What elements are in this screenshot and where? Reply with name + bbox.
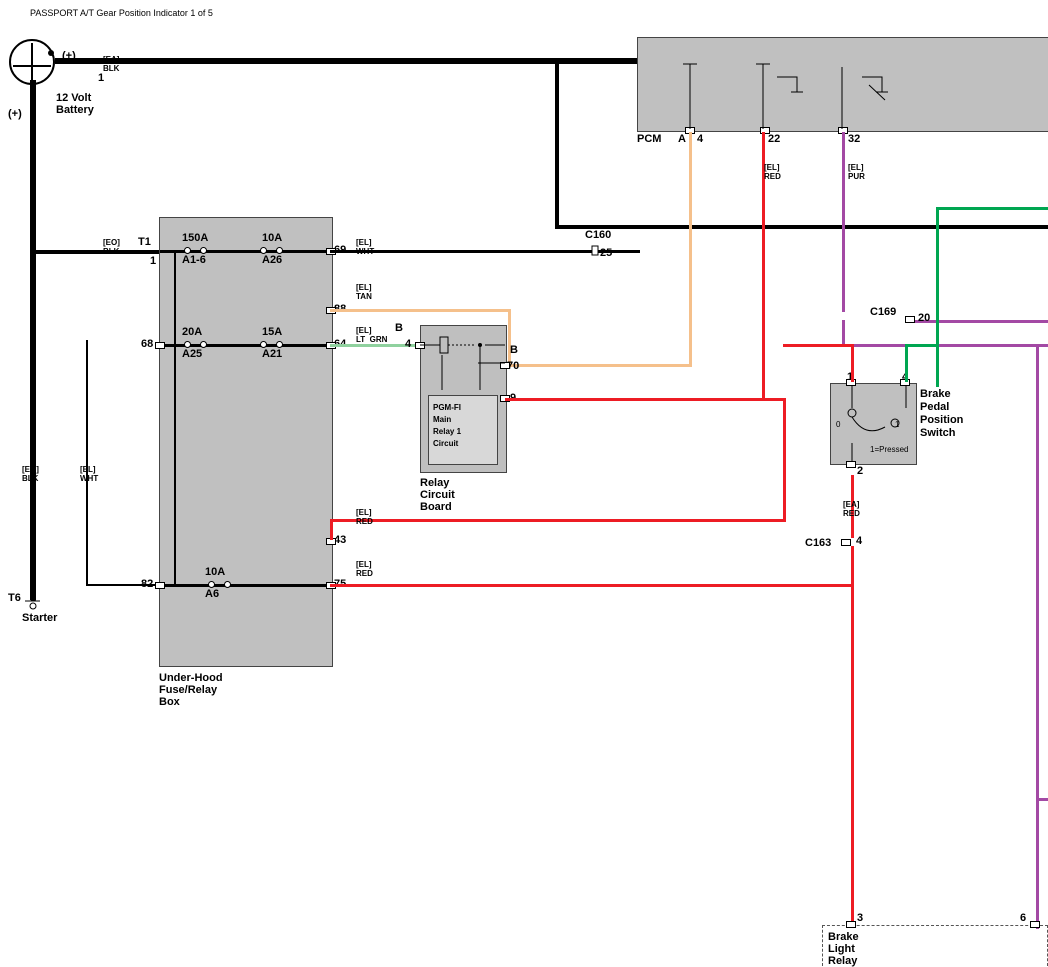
relay-pin-4: 4 xyxy=(405,338,411,350)
pcm-pin-A: A xyxy=(678,133,686,145)
wire-el-red-pcm: [EL] RED xyxy=(764,163,781,181)
wire-blk-vert xyxy=(30,80,36,600)
starter-label: Starter xyxy=(22,612,57,624)
pin-25: 25 xyxy=(600,247,612,259)
pin-82: 82 xyxy=(141,578,153,590)
wire-el-wht-side: [EL] WHT xyxy=(80,465,98,483)
battery-icon xyxy=(8,38,56,86)
wire-ea-red: [EA] RED xyxy=(843,500,860,518)
brake-switch-icon xyxy=(830,383,915,463)
wire-eo-blk-2: [EO] BLK xyxy=(103,238,120,256)
brake-switch-label: Brake Pedal Position Switch xyxy=(920,388,963,440)
fuse-150a: 150A xyxy=(182,232,208,244)
underhood-label: Under-Hood Fuse/Relay Box xyxy=(159,672,223,708)
fuse-10a: 10A xyxy=(262,232,282,244)
fuse-a6: A6 xyxy=(205,588,219,600)
page-title: PASSPORT A/T Gear Position Indicator 1 o… xyxy=(30,8,213,18)
wire-grn-vert xyxy=(936,207,939,387)
pcm-pin-4: 4 xyxy=(697,133,703,145)
pin-1-fb: 1 xyxy=(150,255,156,267)
pin-68: 68 xyxy=(141,338,153,350)
wiring-diagram-canvas: PASSPORT A/T Gear Position Indicator 1 o… xyxy=(0,0,1048,965)
underhood-fusebox xyxy=(159,217,333,667)
wire-wht-thin xyxy=(86,340,88,585)
wire-red-75 xyxy=(330,584,854,587)
relay-inner-label: PGM-FI Main Relay 1 Circuit xyxy=(433,402,461,450)
pcm-internals xyxy=(637,37,1047,130)
wire-blk-to-fusebox xyxy=(30,250,160,254)
brake-relay-pin3: 3 xyxy=(857,912,863,924)
fuse-a16: A1-6 xyxy=(182,254,206,266)
relay-board-label: Relay Circuit Board xyxy=(420,477,455,513)
pcm-pin-22: 22 xyxy=(768,133,780,145)
pcm-label: PCM xyxy=(637,133,661,145)
fuse-a25: A25 xyxy=(182,348,202,360)
wire-el-ltgrn: [EL] LT GRN xyxy=(356,326,387,344)
fuse-10a-b: 10A xyxy=(205,566,225,578)
conn-c160: C160 xyxy=(585,229,611,241)
wire-red-1 xyxy=(505,398,765,401)
wire-eo-blk: [EO] BLK xyxy=(22,465,39,483)
wire-el-red-1: [EL] RED xyxy=(356,508,373,526)
relay-B-right: B xyxy=(510,344,518,356)
wire-el-pur: [EL] PUR xyxy=(848,163,865,181)
conn-c163: C163 xyxy=(805,537,831,549)
wire-red-43 xyxy=(330,519,785,522)
pin-1-top: 1 xyxy=(98,72,104,84)
wire-el-red-2: [EL] RED xyxy=(356,560,373,578)
wire-tan xyxy=(330,309,510,312)
fuse-a21: A21 xyxy=(262,348,282,360)
starter-terminal-icon xyxy=(25,597,41,611)
fuse-15a: 15A xyxy=(262,326,282,338)
fuse-row-3 xyxy=(160,584,330,587)
pin-20-c169: 20 xyxy=(918,312,930,324)
fuse-20a: 20A xyxy=(182,326,202,338)
battery-label: 12 Volt Battery xyxy=(56,92,94,116)
brake-relay-label: Brake Light Relay xyxy=(828,931,859,967)
conn-c169: C169 xyxy=(870,306,896,318)
fuse-a26: A26 xyxy=(262,254,282,266)
relay-B-left: B xyxy=(395,322,403,334)
terminal-T1: T1 xyxy=(138,236,151,248)
battery-plus-side: (+) xyxy=(8,108,22,120)
brake-relay-pin6: 6 xyxy=(1020,912,1026,924)
wire-el-tan: [EL] TAN xyxy=(356,283,372,301)
wire-red-down xyxy=(851,584,854,926)
wire-el-wht: [EL] WHT xyxy=(356,238,374,256)
wire-pur-vert xyxy=(842,132,845,312)
wire-pur-down xyxy=(1036,344,1039,929)
relay-internal-icon xyxy=(420,325,505,395)
brake-sw-pin2: 2 xyxy=(857,465,863,477)
terminal-T6: T6 xyxy=(8,592,21,604)
pcm-pin-32: 32 xyxy=(848,133,860,145)
pin-4-c163: 4 xyxy=(856,535,862,547)
